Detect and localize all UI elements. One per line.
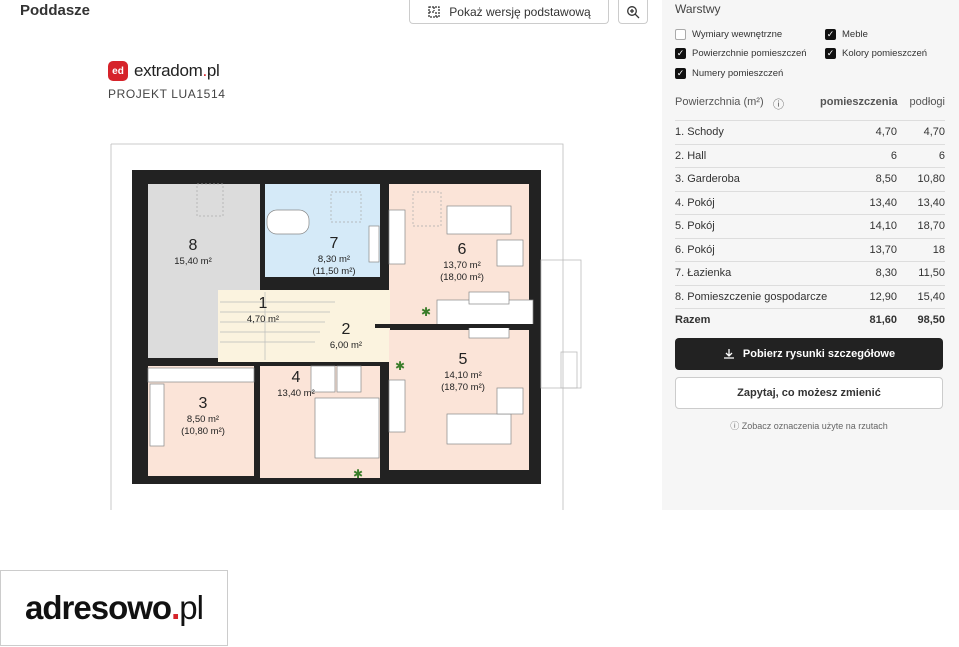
room-floor-area: (11,50 m²) xyxy=(312,266,355,277)
table-row: 8. Pomieszczenie gospodarcze 12,90 15,40 xyxy=(675,284,945,309)
row-floor-area: 18,70 xyxy=(917,220,945,233)
hall-fill xyxy=(218,290,390,362)
info-icon: ⓘ xyxy=(730,421,742,431)
project-code: PROJEKT LUA1514 xyxy=(108,87,226,101)
page-title: Poddasze xyxy=(20,2,91,19)
area-table: 1. Schody 4,70 4,70 2. Hall 6 6 3. Garderoba 8,… xyxy=(675,120,945,332)
room-number: 2 xyxy=(342,321,351,338)
room-number: 6 xyxy=(458,241,467,258)
room-floor-area: (18,00 m²) xyxy=(440,272,484,283)
brand: ed extradom.pl xyxy=(108,61,220,81)
room-area: 13,70 m² xyxy=(443,260,481,271)
row-room-area: 12,90 xyxy=(869,290,897,303)
zoom-in-icon xyxy=(627,5,640,18)
ask-changes-button[interactable]: Zapytaj, co możesz zmienić xyxy=(675,377,943,409)
room-area: 15,40 m² xyxy=(174,256,212,267)
plant-icon: ✱ xyxy=(353,467,363,481)
brand-name: extradom.pl xyxy=(134,61,220,80)
row-room-area: 13,40 xyxy=(869,196,897,209)
column-floor: podłogi xyxy=(909,96,945,108)
row-room-area: 6 xyxy=(890,149,897,162)
table-row: 2. Hall 6 6 xyxy=(675,143,945,168)
layers-title: Warstwy xyxy=(675,2,721,16)
layer-room-areas-checkbox[interactable]: ✓ Powierzchnie pomieszczeń xyxy=(675,48,807,59)
table-row: 6. Pokój 13,70 18 xyxy=(675,237,945,262)
row-room-name: 7. Łazienka xyxy=(675,267,732,280)
row-room-name: 5. Pokój xyxy=(675,220,715,233)
row-room-area: 8,30 xyxy=(875,267,897,280)
room-area: 8,30 m² xyxy=(318,254,350,265)
layer-inner-dimensions-checkbox[interactable]: Wymiary wewnętrzne xyxy=(675,29,782,40)
layer-furniture-checkbox[interactable]: ✓ Meble xyxy=(825,29,868,40)
row-room-name: 1. Schody xyxy=(675,126,724,139)
checkmark-icon: ✓ xyxy=(825,29,836,40)
info-icon[interactable]: ⓘ xyxy=(773,96,784,112)
download-drawings-button[interactable]: Pobierz rysunki szczegółowe xyxy=(675,338,943,370)
row-floor-area: 13,40 xyxy=(917,196,945,209)
room-area: 8,50 m² xyxy=(187,414,219,425)
bathtub-icon xyxy=(266,209,310,235)
room-number: 7 xyxy=(330,235,339,252)
legend-note[interactable]: ⓘ Zobacz oznaczenia użyte na rzutach xyxy=(675,419,943,432)
room-area: 14,10 m² xyxy=(444,370,482,381)
room-number: 1 xyxy=(259,295,268,312)
checkbox-icon xyxy=(675,29,686,40)
zoom-in-button[interactable] xyxy=(618,0,648,24)
row-floor-area: 11,50 xyxy=(918,267,945,280)
row-floor-area: 15,40 xyxy=(917,290,945,303)
row-room-area: 13,70 xyxy=(869,243,897,256)
floor-plan: ✱ ✱ ✱ 1 4,70 m² 2 6,00 m² 3 8,50 m²(10,80 m²)… xyxy=(110,143,582,510)
row-room-area: 14,10 xyxy=(869,220,897,233)
row-floor-area: 6 xyxy=(938,149,945,162)
download-icon xyxy=(723,349,734,359)
room-number: 4 xyxy=(292,369,301,386)
room-number: 3 xyxy=(199,395,208,412)
checkmark-icon: ✓ xyxy=(675,68,686,79)
column-rooms: pomieszczenia xyxy=(820,96,898,108)
side-panel: Warstwy Wymiary wewnętrzne ✓ Meble ✓ Powie… xyxy=(662,0,959,510)
row-floor-area: 10,80 xyxy=(917,173,945,186)
room-number: 8 xyxy=(189,237,198,254)
checkmark-icon: ✓ xyxy=(825,48,836,59)
room-floor-area: (18,70 m²) xyxy=(441,382,485,393)
table-row: 4. Pokój 13,40 13,40 xyxy=(675,190,945,215)
table-total-row: Razem 81,60 98,50 xyxy=(675,308,945,332)
area-column-title: Powierzchnia (m²) xyxy=(675,96,764,108)
table-row: 3. Garderoba 8,50 10,80 xyxy=(675,167,945,191)
floorplan-icon xyxy=(428,5,440,18)
row-room-name: 2. Hall xyxy=(675,149,707,162)
layer-room-colors-checkbox[interactable]: ✓ Kolory pomieszczeń xyxy=(825,48,927,59)
table-row: 1. Schody 4,70 4,70 xyxy=(675,120,945,144)
checkmark-icon: ✓ xyxy=(675,48,686,59)
row-room-name: 4. Pokój xyxy=(675,196,715,209)
table-row: 5. Pokój 14,10 18,70 xyxy=(675,214,945,238)
row-room-area: 8,50 xyxy=(875,173,897,186)
row-floor-area: 18 xyxy=(932,243,945,256)
table-row: 7. Łazienka 8,30 11,50 xyxy=(675,261,945,285)
show-basic-version-label: Pokaż wersję podstawową xyxy=(449,4,591,19)
room-floor-area: (10,80 m²) xyxy=(181,426,225,437)
row-room-name: 3. Garderoba xyxy=(675,173,740,186)
adresowo-watermark: adresowo. pl xyxy=(0,570,228,646)
row-room-name: 8. Pomieszczenie gospodarcze xyxy=(675,290,828,303)
bed-icon xyxy=(446,205,512,235)
row-room-name: 6. Pokój xyxy=(675,243,715,256)
extradom-logo: ed xyxy=(108,61,128,81)
row-floor-area: 4,70 xyxy=(923,126,945,139)
row-room-area: 4,70 xyxy=(875,126,897,139)
room-area: 4,70 m² xyxy=(247,314,279,325)
layer-room-numbers-checkbox[interactable]: ✓ Numery pomieszczeń xyxy=(675,68,783,79)
room-number: 5 xyxy=(459,351,468,368)
plant-icon: ✱ xyxy=(421,305,431,319)
plant-icon: ✱ xyxy=(395,359,405,373)
room-area: 6,00 m² xyxy=(330,340,362,351)
show-basic-version-button[interactable]: Pokaż wersję podstawową xyxy=(409,0,609,24)
room-area: 13,40 m² xyxy=(277,388,315,399)
